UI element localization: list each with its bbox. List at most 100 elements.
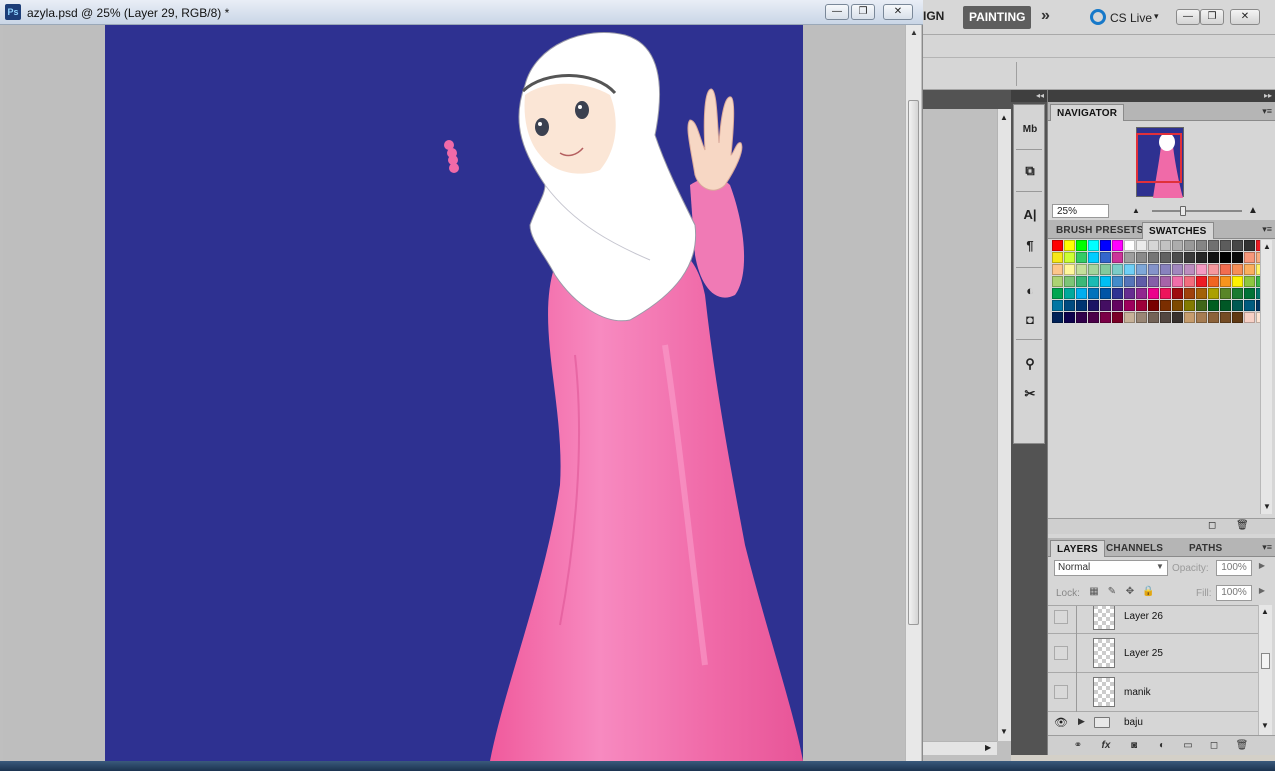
tab-paths[interactable]: PATHS	[1183, 540, 1228, 557]
visibility-toggle[interactable]	[1054, 610, 1068, 624]
cs-live-label[interactable]: CS Live	[1110, 11, 1152, 25]
lock-pixels-icon[interactable]: ✎	[1106, 586, 1118, 598]
color-swatch[interactable]	[1112, 288, 1123, 299]
new-layer-icon[interactable]: ◻	[1206, 739, 1222, 753]
scroll-up-arrow-icon[interactable]: ▲	[1263, 242, 1271, 251]
color-swatch[interactable]	[1052, 252, 1063, 263]
color-swatch[interactable]	[1244, 240, 1255, 251]
layers-scrollbar[interactable]: ▲ ▼	[1258, 605, 1272, 735]
color-swatch[interactable]	[1220, 300, 1231, 311]
color-swatch[interactable]	[1112, 300, 1123, 311]
layer-row[interactable]: Layer 26	[1048, 606, 1258, 634]
doc-close-button[interactable]: ✕	[883, 4, 913, 20]
scroll-right-arrow-icon[interactable]: ▶	[985, 743, 991, 752]
color-swatch[interactable]	[1244, 300, 1255, 311]
color-swatch[interactable]	[1196, 300, 1207, 311]
tab-swatches[interactable]: SWATCHES	[1142, 222, 1214, 239]
layer-row[interactable]: manik	[1048, 673, 1258, 712]
trash-icon[interactable]: 🗑	[1234, 739, 1250, 753]
color-swatch[interactable]	[1064, 300, 1075, 311]
tab-layers[interactable]: LAYERS	[1050, 540, 1105, 557]
lock-all-icon[interactable]: 🔒	[1142, 586, 1154, 598]
scroll-down-arrow-icon[interactable]: ▼	[1263, 502, 1271, 511]
color-swatch[interactable]	[1124, 276, 1135, 287]
scroll-down-arrow-icon[interactable]: ▼	[1000, 727, 1008, 736]
panel-menu-icon[interactable]: ▾≡	[1262, 542, 1272, 553]
collapse-dock-icon[interactable]: ◂◂	[1011, 90, 1047, 102]
pane-vertical-scrollbar[interactable]: ▲ ▼	[997, 109, 1011, 741]
add-mask-icon[interactable]: ◙	[1126, 739, 1142, 753]
color-swatch[interactable]	[1088, 264, 1099, 275]
artwork-canvas[interactable]	[105, 25, 803, 761]
tool-presets-icon[interactable]: ✂	[1019, 383, 1041, 405]
color-swatch[interactable]	[1064, 264, 1075, 275]
fill-field[interactable]: 100%	[1216, 585, 1252, 601]
more-workspaces-icon[interactable]: »	[1041, 7, 1050, 25]
color-swatch[interactable]	[1064, 252, 1075, 263]
color-swatch[interactable]	[1184, 276, 1195, 287]
color-swatch[interactable]	[1148, 288, 1159, 299]
workspace-painting-button[interactable]: PAINTING	[963, 6, 1032, 29]
color-swatch[interactable]	[1052, 240, 1063, 251]
color-swatch[interactable]	[1088, 252, 1099, 263]
navigator-zoom-field[interactable]: 25%	[1052, 204, 1109, 218]
color-swatch[interactable]	[1052, 312, 1063, 323]
color-swatch[interactable]	[1160, 312, 1171, 323]
color-swatch[interactable]	[1088, 312, 1099, 323]
color-swatch[interactable]	[1160, 276, 1171, 287]
cs-live-icon[interactable]	[1090, 9, 1106, 25]
chevron-down-icon[interactable]: ▾	[1154, 11, 1159, 22]
color-swatch[interactable]	[1232, 300, 1243, 311]
color-swatch[interactable]	[1208, 264, 1219, 275]
color-swatch[interactable]	[1220, 264, 1231, 275]
color-swatch[interactable]	[1160, 240, 1171, 251]
scroll-down-arrow-icon[interactable]: ▼	[1261, 721, 1269, 730]
new-group-icon[interactable]: ▭	[1180, 739, 1196, 753]
color-swatch[interactable]	[1148, 276, 1159, 287]
color-swatch[interactable]	[1124, 312, 1135, 323]
lock-position-icon[interactable]: ✥	[1124, 586, 1136, 598]
color-swatch[interactable]	[1184, 312, 1195, 323]
scroll-thumb[interactable]	[1261, 653, 1270, 669]
color-swatch[interactable]	[1220, 288, 1231, 299]
app-close-button[interactable]: ✕	[1230, 9, 1260, 25]
color-swatch[interactable]	[1136, 240, 1147, 251]
color-swatch[interactable]	[1208, 288, 1219, 299]
color-swatch[interactable]	[1232, 264, 1243, 275]
pane-horizontal-scrollbar[interactable]: ▶	[923, 741, 997, 755]
mini-bridge-icon[interactable]: Mb	[1019, 119, 1041, 141]
color-swatch[interactable]	[1076, 276, 1087, 287]
color-swatch[interactable]	[1220, 276, 1231, 287]
app-restore-button[interactable]: ❐	[1200, 9, 1224, 25]
link-layers-icon[interactable]: ⚭	[1070, 739, 1086, 753]
zoom-in-icon[interactable]: ▲	[1248, 205, 1258, 216]
color-swatch[interactable]	[1244, 312, 1255, 323]
layer-name[interactable]: manik	[1124, 687, 1151, 698]
layer-name[interactable]: Layer 25	[1124, 648, 1163, 659]
color-swatch[interactable]	[1112, 312, 1123, 323]
adjustment-layer-icon[interactable]: ◐	[1154, 739, 1170, 753]
color-swatch[interactable]	[1244, 252, 1255, 263]
blend-mode-select[interactable]: Normal	[1054, 560, 1168, 576]
scroll-up-arrow-icon[interactable]: ▲	[1000, 113, 1008, 122]
trash-icon[interactable]: 🗑	[1236, 520, 1249, 531]
color-swatch[interactable]	[1184, 240, 1195, 251]
color-swatch[interactable]	[1124, 252, 1135, 263]
color-swatch[interactable]	[1244, 276, 1255, 287]
color-swatch[interactable]	[1064, 240, 1075, 251]
color-swatch[interactable]	[1196, 240, 1207, 251]
color-swatch[interactable]	[1196, 264, 1207, 275]
color-swatch[interactable]	[1064, 288, 1075, 299]
color-swatch[interactable]	[1184, 288, 1195, 299]
eye-icon[interactable]: 👁	[1054, 716, 1068, 729]
adjustments-icon[interactable]: ◐	[1019, 280, 1041, 302]
chevron-down-icon[interactable]: ▼	[1156, 562, 1164, 571]
document-titlebar[interactable]: Ps azyla.psd @ 25% (Layer 29, RGB/8) * —…	[0, 0, 923, 25]
color-swatch[interactable]	[1196, 276, 1207, 287]
color-swatch[interactable]	[1100, 288, 1111, 299]
color-swatch[interactable]	[1208, 276, 1219, 287]
swatches-scrollbar[interactable]: ▲ ▼	[1260, 240, 1272, 514]
color-swatch[interactable]	[1208, 300, 1219, 311]
color-swatch[interactable]	[1148, 240, 1159, 251]
expand-arrow-icon[interactable]: ▶	[1078, 716, 1085, 727]
